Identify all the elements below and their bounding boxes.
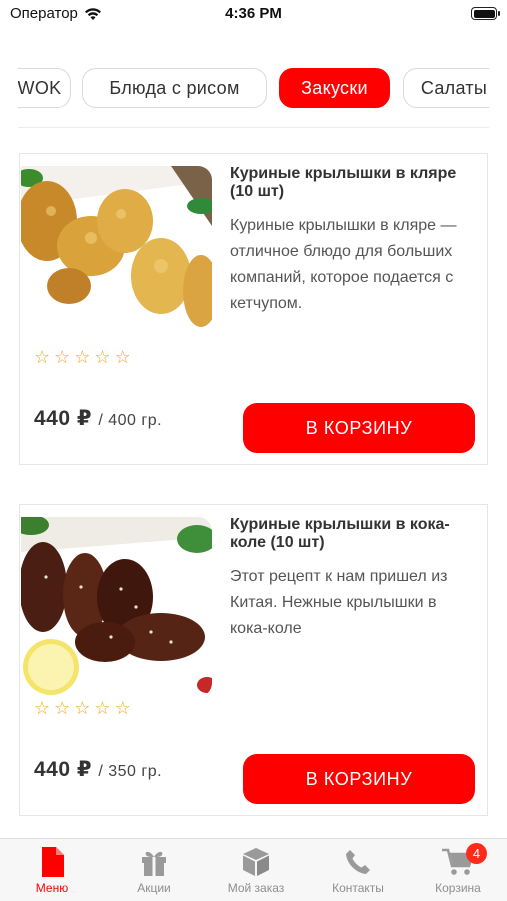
tabbar-item-my-order[interactable]: Мой заказ bbox=[206, 845, 306, 895]
weight: / 400 гр. bbox=[98, 412, 163, 429]
battery-icon bbox=[471, 7, 500, 20]
rating-stars[interactable]: ☆ ☆ ☆ ☆ ☆ bbox=[34, 699, 131, 717]
star-icon[interactable]: ☆ bbox=[34, 348, 50, 366]
product-title: Куриные крылышки в кока-коле (10 шт) bbox=[230, 516, 450, 551]
price: 440 ₽ / 350 гр. bbox=[34, 757, 162, 782]
tabbar-label: Мой заказ bbox=[227, 881, 285, 895]
tabbar-item-menu[interactable]: Меню bbox=[2, 845, 102, 895]
price: 440 ₽ / 400 гр. bbox=[34, 406, 162, 431]
tabbar-label: Корзина bbox=[435, 881, 481, 895]
star-icon[interactable]: ☆ bbox=[74, 699, 90, 717]
rating-stars[interactable]: ☆ ☆ ☆ ☆ ☆ bbox=[34, 348, 131, 366]
product-image[interactable] bbox=[21, 166, 212, 346]
box-icon bbox=[206, 845, 306, 879]
tab-wok[interactable]: WOK bbox=[18, 68, 71, 108]
star-icon[interactable]: ☆ bbox=[94, 699, 110, 717]
tabbar-item-cart[interactable]: 4 Корзина bbox=[408, 843, 507, 895]
bottom-tab-bar: Меню Акции Мой заказ Контакты 4 Корзина bbox=[0, 838, 507, 901]
star-icon[interactable]: ☆ bbox=[74, 348, 90, 366]
category-tabs[interactable]: WOK Блюда с рисом Закуски Салаты bbox=[18, 68, 489, 110]
tab-label: Салаты bbox=[420, 77, 488, 98]
tab-label: WOK bbox=[18, 77, 62, 98]
star-icon[interactable]: ☆ bbox=[34, 699, 50, 717]
star-icon[interactable]: ☆ bbox=[54, 348, 70, 366]
star-icon[interactable]: ☆ bbox=[115, 348, 131, 366]
weight: / 350 гр. bbox=[98, 763, 163, 780]
cart-count-badge: 4 bbox=[466, 843, 487, 864]
menu-document-icon bbox=[2, 845, 102, 879]
tab-rice-dishes[interactable]: Блюда с рисом bbox=[82, 68, 267, 108]
product-description: Этот рецепт к нам пришел из Китая. Нежны… bbox=[230, 568, 448, 637]
cart-icon bbox=[408, 845, 507, 879]
product-description: Куриные крылышки в кляре — отличное блюд… bbox=[230, 217, 457, 312]
tab-snacks[interactable]: Закуски bbox=[279, 68, 390, 108]
price-value: 440 ₽ bbox=[34, 758, 92, 781]
tabbar-item-promotions[interactable]: Акции bbox=[104, 845, 204, 895]
tabbar-label: Акции bbox=[137, 881, 171, 895]
tab-salads[interactable]: Салаты bbox=[403, 68, 489, 108]
star-icon[interactable]: ☆ bbox=[94, 348, 110, 366]
product-title: Куриные крылышки в кляре (10 шт) bbox=[230, 165, 457, 200]
tab-label: Закуски bbox=[301, 77, 368, 98]
tabbar-label: Контакты bbox=[332, 881, 384, 895]
divider bbox=[18, 127, 489, 128]
tabbar-label: Меню bbox=[35, 881, 69, 895]
tabbar-item-contacts[interactable]: Контакты bbox=[308, 845, 408, 895]
product-card[interactable]: Куриные крылышки в кляре (10 шт) Куриные… bbox=[19, 153, 488, 465]
gift-icon bbox=[104, 845, 204, 879]
add-to-cart-button[interactable]: В КОРЗИНУ bbox=[243, 754, 475, 804]
tab-label: Блюда с рисом bbox=[109, 77, 240, 98]
price-value: 440 ₽ bbox=[34, 407, 92, 430]
product-image[interactable] bbox=[21, 517, 212, 697]
status-bar: Оператор 4:36 PM bbox=[0, 0, 507, 28]
add-to-cart-button[interactable]: В КОРЗИНУ bbox=[243, 403, 475, 453]
star-icon[interactable]: ☆ bbox=[115, 699, 131, 717]
status-time: 4:36 PM bbox=[225, 5, 282, 22]
star-icon[interactable]: ☆ bbox=[54, 699, 70, 717]
product-card[interactable]: Куриные крылышки в кока-коле (10 шт) Это… bbox=[19, 504, 488, 816]
phone-icon bbox=[308, 845, 408, 879]
